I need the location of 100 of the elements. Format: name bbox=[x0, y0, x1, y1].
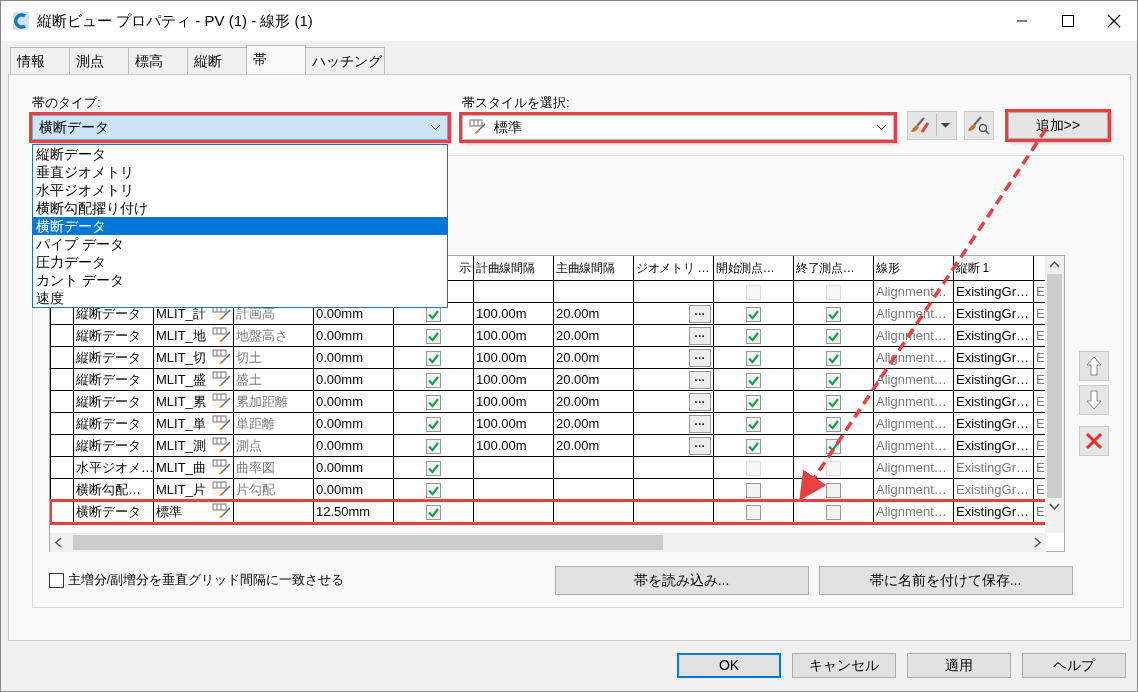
checkbox[interactable] bbox=[746, 306, 761, 322]
dropdown-option[interactable]: パイプ データ bbox=[33, 234, 447, 253]
table-cell: ExistingGr… bbox=[956, 327, 1029, 343]
table-cell: E bbox=[1036, 459, 1045, 475]
band-style-icon[interactable] bbox=[212, 481, 232, 497]
table-cell: E bbox=[1036, 305, 1045, 321]
dropdown-option[interactable]: 水平ジオメトリ bbox=[33, 180, 447, 199]
cancel-button[interactable]: キャンセル bbox=[792, 653, 896, 678]
band-style-icon[interactable] bbox=[212, 415, 232, 431]
dropdown-option[interactable]: 垂直ジオメトリ bbox=[33, 162, 447, 181]
checkbox[interactable] bbox=[826, 306, 841, 322]
table-cell: E bbox=[1036, 415, 1045, 431]
column-header[interactable]: 示 bbox=[459, 260, 471, 275]
tab[interactable]: 情報 bbox=[10, 47, 70, 74]
table-cell: Alignment… bbox=[876, 415, 947, 431]
apply-button[interactable]: 適用 bbox=[907, 653, 1011, 678]
checkbox[interactable] bbox=[826, 504, 841, 520]
help-button[interactable]: ヘルプ bbox=[1022, 653, 1126, 678]
table-cell: 0.00mm bbox=[316, 481, 363, 497]
dropdown-option[interactable]: 圧力データ bbox=[33, 252, 447, 271]
checkbox[interactable] bbox=[826, 372, 841, 388]
band-style-icon[interactable] bbox=[212, 503, 232, 519]
horizontal-scrollbar[interactable] bbox=[50, 532, 1046, 552]
table-cell: ExistingGr… bbox=[956, 349, 1029, 365]
checkbox[interactable] bbox=[746, 416, 761, 432]
checkbox[interactable] bbox=[49, 572, 64, 588]
dropdown-option[interactable]: 横断勾配擢り付け bbox=[33, 198, 447, 217]
ok-button[interactable]: OK bbox=[677, 653, 781, 678]
ellipsis-button[interactable]: ··· bbox=[689, 326, 711, 345]
ellipsis-button[interactable]: ··· bbox=[689, 414, 711, 433]
checkbox[interactable] bbox=[426, 416, 441, 432]
ellipsis-button[interactable]: ··· bbox=[689, 392, 711, 411]
table-cell: 20.00m bbox=[556, 437, 600, 453]
checkbox[interactable] bbox=[826, 328, 841, 344]
ellipsis-button[interactable]: ··· bbox=[689, 304, 711, 323]
band-style-icon[interactable] bbox=[212, 459, 232, 475]
band-style-icon[interactable] bbox=[212, 349, 232, 365]
column-header[interactable]: 線形 bbox=[876, 260, 900, 275]
checkbox[interactable] bbox=[426, 460, 441, 476]
move-up-button[interactable] bbox=[1079, 350, 1109, 381]
table-cell: 20.00m bbox=[556, 305, 600, 321]
delete-button[interactable] bbox=[1079, 425, 1109, 456]
checkbox[interactable] bbox=[746, 394, 761, 410]
edit-style-button[interactable] bbox=[907, 110, 957, 140]
table-cell: 20.00m bbox=[556, 393, 600, 409]
checkbox[interactable] bbox=[746, 372, 761, 388]
checkbox[interactable] bbox=[826, 482, 841, 498]
tab[interactable]: ハッチング bbox=[305, 47, 385, 74]
band-style-dropdown[interactable]: 標準 bbox=[462, 114, 894, 140]
ellipsis-button[interactable]: ··· bbox=[689, 348, 711, 367]
ellipsis-button[interactable]: ··· bbox=[689, 436, 711, 455]
checkbox[interactable] bbox=[826, 416, 841, 432]
checkbox[interactable] bbox=[746, 328, 761, 344]
ellipsis-button[interactable]: ··· bbox=[689, 370, 711, 389]
checkbox[interactable] bbox=[426, 504, 441, 520]
field-label: 帯スタイルを選択: bbox=[462, 94, 571, 111]
table-cell: ExistingGr… bbox=[956, 437, 1029, 453]
load-bands-button[interactable]: 帯を読み込み... bbox=[554, 565, 809, 595]
dropdown-option[interactable]: 縦断データ bbox=[33, 144, 447, 163]
move-down-button[interactable] bbox=[1079, 384, 1109, 415]
preview-style-button[interactable] bbox=[964, 110, 994, 140]
checkbox[interactable] bbox=[826, 394, 841, 410]
table-cell: 100.00m bbox=[476, 371, 527, 387]
band-style-icon[interactable] bbox=[212, 371, 232, 387]
chevron-down-icon bbox=[876, 123, 887, 131]
checkbox[interactable] bbox=[746, 350, 761, 366]
dropdown-option[interactable]: 横断データ bbox=[33, 216, 447, 235]
band-style-icon[interactable] bbox=[212, 327, 232, 343]
checkbox[interactable] bbox=[426, 328, 441, 344]
tab[interactable]: 帯 bbox=[246, 45, 306, 74]
save-bands-button[interactable]: 帯に名前を付けて保存... bbox=[818, 565, 1073, 595]
band-type-dropdown[interactable]: 横断データ bbox=[32, 114, 448, 140]
band-style-icon[interactable] bbox=[212, 437, 232, 453]
table-cell: 0.00mm bbox=[316, 393, 363, 409]
table-cell: 12.50mm bbox=[316, 503, 371, 519]
table-cell: 計画高 bbox=[236, 305, 275, 321]
table-cell: MLIT_測 bbox=[156, 437, 206, 453]
scrollbar-thumb[interactable] bbox=[1047, 273, 1062, 498]
checkbox[interactable] bbox=[426, 372, 441, 388]
dropdown-option[interactable]: カント データ bbox=[33, 270, 447, 289]
add-button[interactable]: 追加>> bbox=[1008, 111, 1108, 139]
table-cell: E bbox=[1036, 503, 1045, 519]
checkbox[interactable] bbox=[826, 350, 841, 366]
table-cell: 測点 bbox=[236, 437, 262, 453]
checkbox[interactable] bbox=[426, 394, 441, 410]
checkbox[interactable] bbox=[746, 482, 761, 498]
vertical-scrollbar[interactable] bbox=[1045, 255, 1064, 533]
checkbox[interactable] bbox=[426, 438, 441, 454]
band-style-icon[interactable] bbox=[212, 393, 232, 409]
table-cell: MLIT_計 bbox=[156, 305, 206, 321]
table-cell: 地盤高さ bbox=[236, 327, 288, 343]
checkbox[interactable] bbox=[746, 504, 761, 520]
table-cell: MLIT_累 bbox=[156, 393, 206, 409]
table-cell: Alignment… bbox=[876, 393, 947, 409]
dropdown-option[interactable]: 速度 bbox=[33, 288, 447, 307]
checkbox[interactable] bbox=[426, 482, 441, 498]
checkbox[interactable] bbox=[746, 438, 761, 454]
table-cell: 20.00m bbox=[556, 415, 600, 431]
checkbox[interactable] bbox=[426, 350, 441, 366]
scrollbar-thumb[interactable] bbox=[73, 534, 663, 550]
